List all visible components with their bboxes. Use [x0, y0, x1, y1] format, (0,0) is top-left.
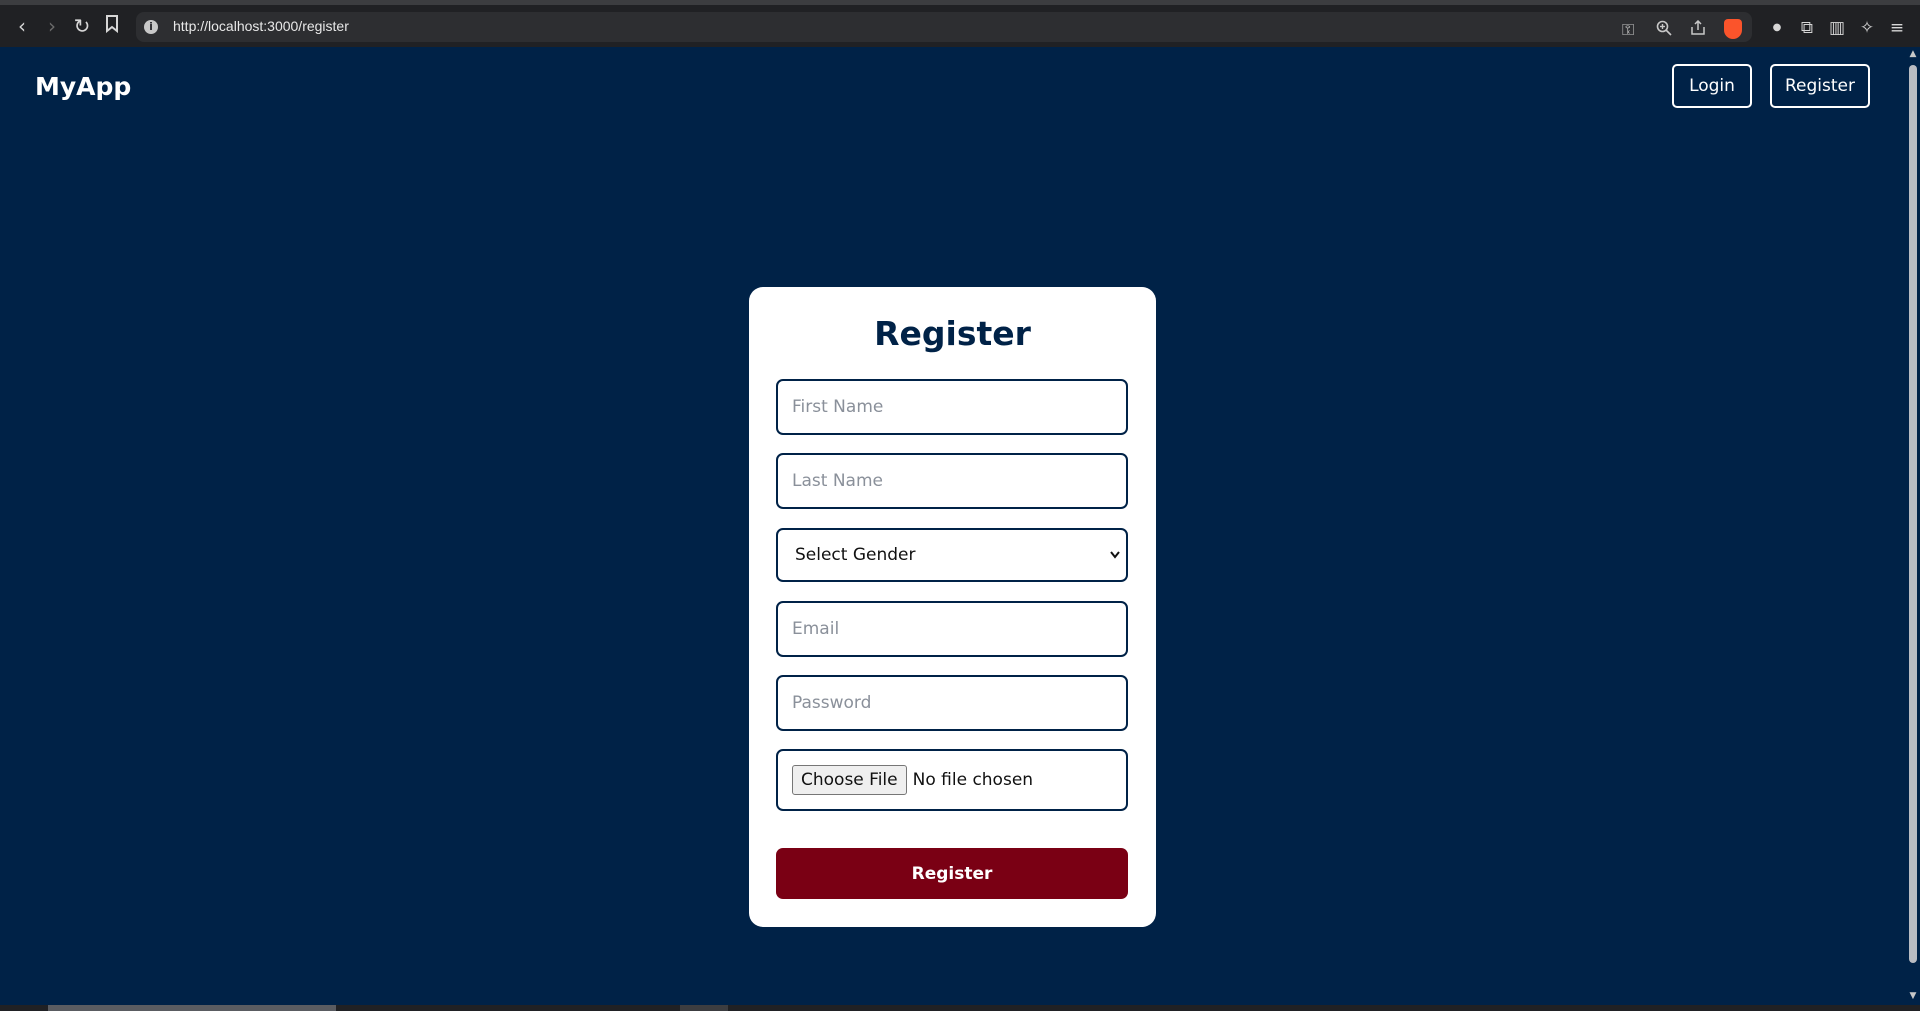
- register-submit-button[interactable]: Register: [776, 848, 1128, 899]
- login-button[interactable]: Login: [1672, 64, 1752, 108]
- forward-arrow-icon[interactable]: ›: [40, 14, 64, 38]
- first-name-field[interactable]: [776, 379, 1128, 435]
- wallet-icon[interactable]: ●: [1766, 17, 1788, 39]
- key-icon[interactable]: ⚿: [1622, 20, 1634, 40]
- chevron-down-icon: [1110, 548, 1120, 562]
- back-arrow-icon[interactable]: ‹: [10, 14, 34, 38]
- file-upload-field[interactable]: Choose File No file chosen: [776, 749, 1128, 811]
- password-field[interactable]: [776, 675, 1128, 731]
- email-input[interactable]: [778, 603, 1126, 655]
- file-status-text: No file chosen: [912, 770, 1034, 790]
- header-register-button[interactable]: Register: [1770, 64, 1870, 108]
- sidebar-icon[interactable]: ▥: [1826, 17, 1848, 39]
- address-bar[interactable]: i http://localhost:3000/register ⚿: [136, 12, 1752, 42]
- scrollbar-thumb[interactable]: [1909, 65, 1917, 963]
- scroll-up-icon[interactable]: ▲: [1906, 49, 1920, 59]
- gender-select[interactable]: Select Gender: [776, 528, 1128, 582]
- share-icon[interactable]: [1690, 19, 1706, 40]
- email-field[interactable]: [776, 601, 1128, 657]
- reload-icon[interactable]: ↻: [70, 14, 94, 38]
- bookmark-icon[interactable]: [100, 14, 124, 38]
- gender-selected-value: Select Gender: [795, 545, 916, 565]
- brave-shield-icon[interactable]: [1724, 19, 1742, 39]
- extensions-icon[interactable]: ⧉: [1796, 17, 1818, 39]
- info-icon[interactable]: i: [144, 20, 158, 34]
- taskbar-strip: [0, 1005, 1920, 1011]
- taskbar-item[interactable]: [48, 1005, 336, 1011]
- first-name-input[interactable]: [778, 381, 1126, 433]
- choose-file-button[interactable]: Choose File: [792, 765, 907, 795]
- browser-toolbar: ‹ › ↻ i http://localhost:3000/register ⚿…: [0, 0, 1920, 47]
- password-input[interactable]: [778, 677, 1126, 729]
- app-brand[interactable]: MyApp: [35, 72, 131, 101]
- form-title: Register: [874, 314, 1031, 353]
- menu-icon[interactable]: ≡: [1886, 17, 1908, 39]
- zoom-icon[interactable]: [1656, 20, 1672, 40]
- vertical-scrollbar[interactable]: ▲ ▼: [1906, 47, 1920, 1011]
- scroll-down-icon[interactable]: ▼: [1906, 991, 1920, 1001]
- url-text[interactable]: http://localhost:3000/register: [173, 18, 349, 34]
- last-name-input[interactable]: [778, 455, 1126, 507]
- register-card: Register Select Gender Choose File No fi…: [749, 287, 1156, 927]
- taskbar-item[interactable]: [680, 1005, 728, 1011]
- leo-ai-icon[interactable]: ✧: [1856, 17, 1878, 39]
- last-name-field[interactable]: [776, 453, 1128, 509]
